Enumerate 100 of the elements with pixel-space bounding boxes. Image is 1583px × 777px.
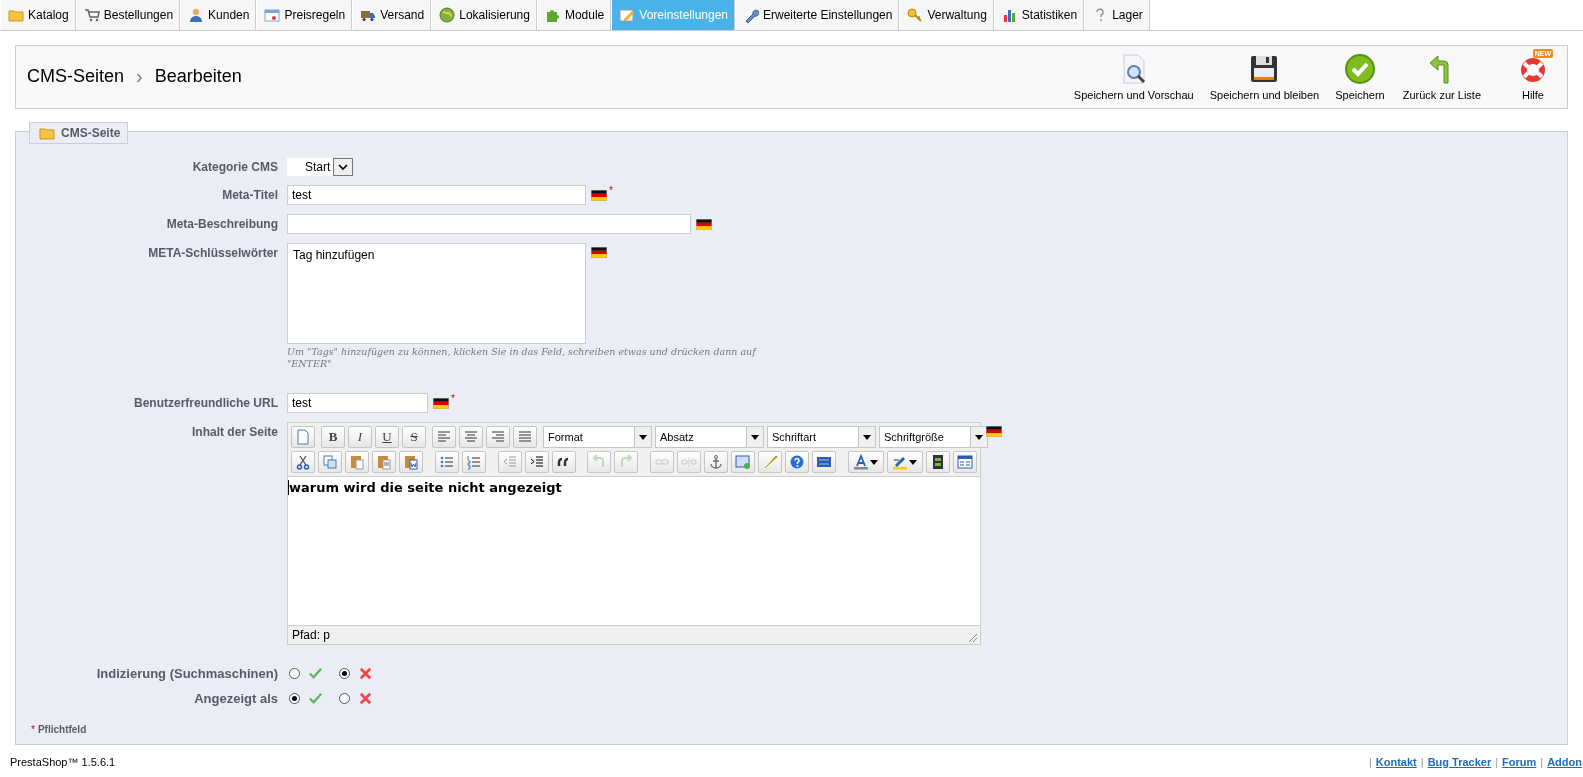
link-separator: | — [1368, 756, 1372, 768]
footer-link[interactable]: Addon — [1547, 756, 1582, 768]
check-icon — [308, 666, 323, 681]
justify-icon — [517, 429, 533, 445]
brush-icon — [762, 454, 779, 470]
caret-icon — [639, 434, 647, 440]
footer-link[interactable]: Bug Tracker — [1427, 756, 1492, 768]
nav-tab[interactable]: Kunden — [180, 0, 257, 30]
editor-button[interactable] — [812, 451, 837, 473]
editor-button[interactable]: S — [402, 426, 426, 448]
person-icon — [188, 7, 205, 23]
cart-icon — [83, 7, 100, 23]
required-mark: * — [451, 393, 455, 404]
nav-tab[interactable]: Versand — [352, 0, 432, 30]
help-icon — [789, 454, 806, 470]
editor-button[interactable] — [291, 451, 315, 473]
nav-tab[interactable]: Preisregeln — [256, 0, 353, 30]
new-document-icon — [295, 429, 311, 445]
panel-legend: CMS-Seite — [29, 122, 129, 144]
editor-button[interactable] — [926, 451, 950, 473]
check-icon — [308, 691, 323, 706]
nav-tab[interactable]: Erweiterte Einstellungen — [735, 0, 900, 30]
editor-button[interactable]: I — [348, 426, 372, 448]
copy-icon — [322, 454, 338, 470]
field-label: Meta-Titel — [221, 188, 279, 202]
unlink-icon — [681, 454, 698, 470]
category-select[interactable]: Start — [287, 158, 353, 176]
redo-icon — [618, 454, 635, 470]
caret-icon — [863, 434, 871, 440]
chevron-down-icon — [338, 162, 348, 172]
flag-icon[interactable] — [591, 189, 607, 201]
anchor-icon — [708, 454, 725, 470]
nav-tab[interactable]: Statistiken — [993, 0, 1085, 30]
caret-icon — [751, 434, 759, 440]
flag-icon[interactable] — [433, 397, 449, 409]
caret-icon — [909, 459, 918, 465]
folder-icon — [39, 125, 55, 141]
breadcrumb-separator: › — [136, 64, 143, 88]
flag-icon[interactable] — [591, 247, 607, 258]
radio-button[interactable] — [289, 668, 300, 679]
field-label: Benutzerfreundliche URL — [133, 396, 279, 410]
indent-icon — [528, 454, 545, 470]
outdent-icon — [501, 454, 518, 470]
paste-word-icon — [403, 454, 419, 470]
numbered-list-icon — [465, 454, 482, 470]
editor-button[interactable] — [953, 451, 977, 473]
nav-tab[interactable]: Lokalisierung — [431, 0, 537, 30]
wrench-icon — [743, 7, 760, 23]
resize-grip-icon[interactable] — [968, 633, 978, 643]
caret-icon — [870, 459, 879, 465]
editor-button[interactable] — [887, 451, 923, 473]
text-input[interactable] — [287, 214, 691, 234]
film-icon — [930, 454, 946, 470]
align-right-icon — [490, 429, 506, 445]
image-icon — [735, 454, 752, 470]
editor-button[interactable] — [551, 451, 576, 473]
version-text: PrestaShop™ 1.5.6.1 — [10, 756, 116, 768]
editor-button[interactable] — [848, 451, 884, 473]
folder-icon — [8, 7, 24, 23]
toolbar-button[interactable]: Speichern — [1329, 46, 1391, 108]
template-icon — [957, 454, 973, 470]
toolbar-button[interactable]: Speichern und bleiben — [1199, 46, 1330, 108]
align-center-icon — [463, 429, 479, 445]
footer-link[interactable]: Kontakt — [1375, 756, 1417, 768]
editor-dropdown[interactable]: Schriftgröße — [879, 426, 988, 448]
check-icon — [1343, 53, 1376, 85]
editor-button[interactable]: U — [375, 426, 399, 448]
nav-tab[interactable]: Bestellungen — [75, 0, 181, 30]
radio-button[interactable] — [289, 693, 300, 704]
required-note: Pflichtfeld — [37, 724, 87, 735]
flag-icon[interactable] — [696, 218, 712, 230]
toolbar-button[interactable]: Zurück zur Liste — [1390, 46, 1493, 108]
radio-button[interactable] — [339, 668, 350, 679]
globe-icon — [439, 7, 456, 23]
editor-text[interactable]: warum wird die seite nicht angezeigt — [288, 480, 980, 495]
text-input[interactable]: test — [287, 393, 428, 413]
breadcrumb-item: Bearbeiten — [154, 65, 242, 87]
text-input[interactable]: test — [287, 185, 586, 205]
link-separator: | — [1420, 756, 1424, 768]
nav-tab[interactable]: Verwaltung — [899, 0, 994, 30]
highlight-icon — [892, 454, 909, 470]
editor-dropdown[interactable]: Absatz — [655, 426, 764, 448]
field-label: Meta-Beschreibung — [165, 217, 279, 231]
flag-icon[interactable] — [986, 426, 1002, 437]
cross-icon — [358, 666, 373, 681]
nav-tab[interactable]: Lager — [1084, 0, 1150, 30]
editor-dropdown[interactable]: Format — [543, 426, 652, 448]
tags-field[interactable]: Tag hinzufügen — [287, 243, 586, 344]
caret-icon — [975, 434, 983, 440]
text-color-icon — [853, 454, 870, 470]
editor-button[interactable]: B — [321, 426, 345, 448]
paste-text-icon — [376, 454, 392, 470]
nav-tab[interactable]: Module — [536, 0, 612, 30]
footer-link[interactable]: Forum — [1502, 756, 1537, 768]
editor-dropdown[interactable]: Schriftart — [767, 426, 876, 448]
radio-button[interactable] — [339, 693, 350, 704]
path-indicator: Pfad: p — [292, 628, 331, 642]
nav-tab[interactable]: Katalog — [0, 0, 76, 30]
breadcrumb-item: CMS-Seiten — [27, 65, 125, 87]
toolbar-button[interactable]: Speichern und Vorschau — [1067, 46, 1200, 108]
